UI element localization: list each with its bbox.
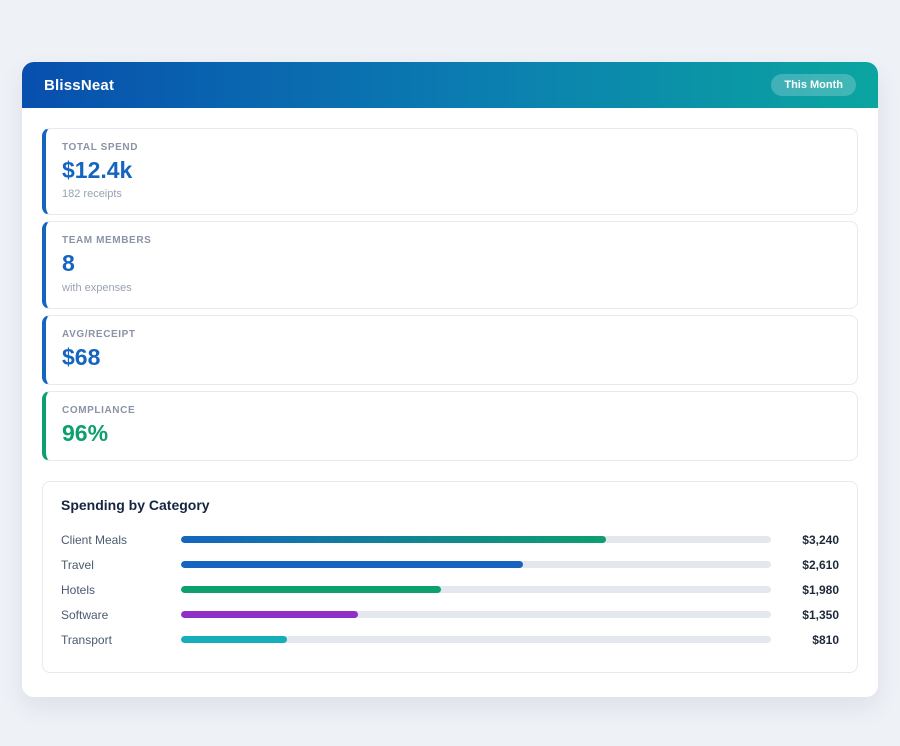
stat-label: COMPLIANCE bbox=[62, 404, 136, 416]
stat-value: $68 bbox=[62, 343, 101, 370]
chart-row-client-meals: Client Meals $3,240 bbox=[61, 527, 839, 552]
category-value: $2,610 bbox=[802, 557, 839, 572]
stat-card-total-spend: TOTAL SPEND $12.4k 182 receipts bbox=[42, 128, 858, 216]
dashboard-card: BlissNeat This Month TOTAL SPEND $12.4k … bbox=[22, 62, 878, 698]
bar-track bbox=[181, 636, 771, 644]
stat-label: AVG/RECEIPT bbox=[62, 328, 136, 340]
bar-track bbox=[181, 536, 771, 544]
category-label: Travel bbox=[61, 557, 94, 572]
stat-card-team-members: TEAM MEMBERS 8 with expenses bbox=[42, 221, 858, 309]
category-value: $810 bbox=[812, 632, 839, 647]
category-value: $1,980 bbox=[802, 582, 839, 597]
stat-card-compliance: COMPLIANCE 96% bbox=[42, 390, 858, 462]
app-title: BlissNeat bbox=[44, 76, 115, 94]
category-value: $3,240 bbox=[802, 532, 839, 547]
bar-track bbox=[181, 611, 771, 619]
category-label: Transport bbox=[61, 632, 112, 647]
stat-value: $12.4k bbox=[62, 157, 133, 183]
category-label: Software bbox=[61, 607, 109, 622]
bar-transport bbox=[181, 636, 288, 644]
stat-card-avg-receipt: AVG/RECEIPT $68 bbox=[42, 314, 858, 385]
chart-row-travel: Travel $2,610 bbox=[61, 552, 839, 577]
category-value: $1,350 bbox=[802, 607, 839, 622]
category-label: Hotels bbox=[61, 582, 96, 597]
stat-value: 96% bbox=[62, 419, 109, 446]
bar-track bbox=[181, 586, 771, 594]
chart-row-software: Software $1,350 bbox=[61, 602, 839, 627]
stat-subtext: 182 receipts bbox=[62, 188, 122, 201]
chart-row-hotels: Hotels $1,980 bbox=[61, 577, 839, 602]
chart-title: Spending by Category bbox=[61, 497, 210, 514]
bar-hotels bbox=[181, 586, 441, 594]
category-label: Client Meals bbox=[61, 532, 128, 547]
stat-subtext: with expenses bbox=[62, 281, 132, 294]
bar-software bbox=[181, 611, 358, 619]
stat-value: 8 bbox=[62, 250, 75, 277]
chart-row-transport: Transport $810 bbox=[61, 627, 839, 652]
bar-track bbox=[181, 561, 771, 569]
stat-label: TEAM MEMBERS bbox=[62, 235, 152, 247]
period-badge[interactable]: This Month bbox=[771, 74, 856, 96]
bar-travel bbox=[181, 561, 524, 569]
stat-label: TOTAL SPEND bbox=[62, 142, 139, 153]
dashboard-body: TOTAL SPEND $12.4k 182 receipts TEAM MEM… bbox=[22, 108, 878, 697]
spending-by-category-card: Spending by Category Client Meals $3,240… bbox=[42, 481, 858, 674]
bar-client-meals bbox=[181, 536, 606, 544]
header-bar: BlissNeat This Month bbox=[22, 62, 878, 108]
